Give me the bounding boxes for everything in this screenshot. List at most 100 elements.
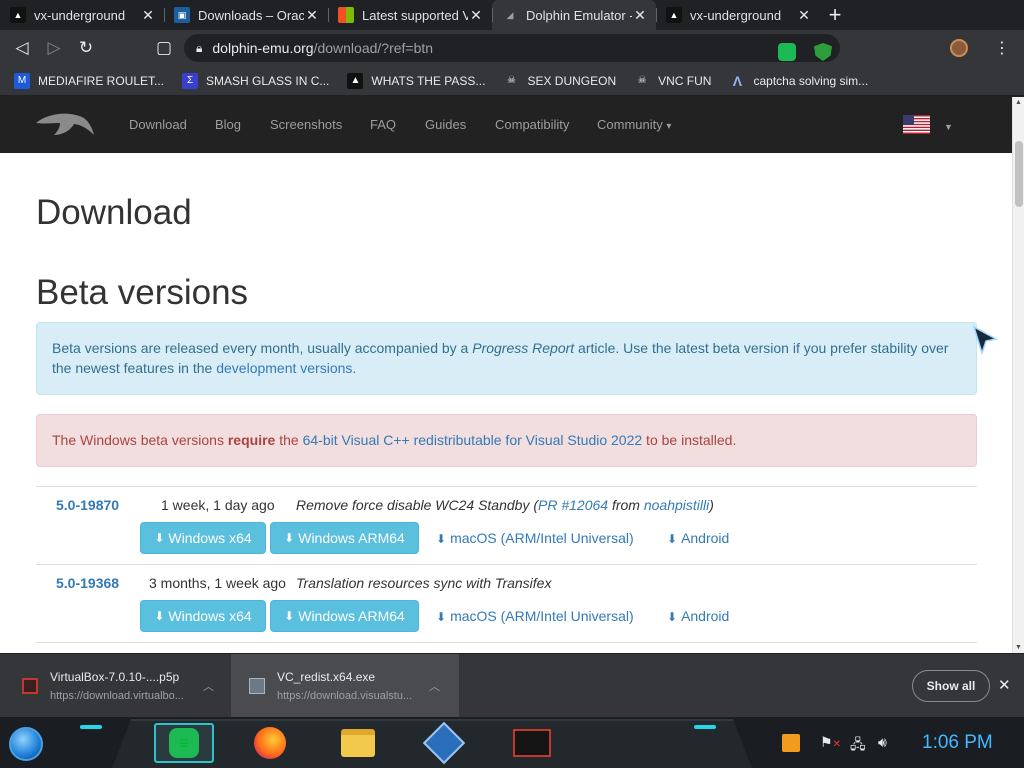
volume-icon[interactable]: 🔊︎ bbox=[878, 734, 887, 751]
chevron-up-icon[interactable]: ︿ bbox=[203, 678, 214, 694]
bookmark-label: VNC FUN bbox=[658, 73, 712, 88]
download-source: https://download.virtualbo... bbox=[50, 690, 184, 702]
taskbar-file-explorer[interactable] bbox=[328, 723, 388, 763]
tab-title: Dolphin Emulator - bbox=[526, 7, 632, 23]
address-bar[interactable]: 🔒︎ dolphin-emu.org /download/?ref=btn bbox=[184, 34, 840, 62]
link-label: macOS (ARM/Intel Universal) bbox=[450, 608, 634, 624]
download-android-link[interactable]: ⬇ Android bbox=[667, 608, 729, 624]
tab-title: vx-underground bbox=[690, 7, 782, 23]
flag-error-icon[interactable]: ⚑✕ bbox=[820, 734, 841, 751]
url-host: dolphin-emu.org bbox=[212, 40, 314, 56]
taskbar-clock[interactable]: 1:06 PM bbox=[922, 732, 993, 754]
development-versions-link[interactable]: development versions bbox=[216, 360, 352, 376]
button-label: Windows x64 bbox=[168, 608, 252, 624]
mediafire-icon: M bbox=[14, 72, 30, 89]
version-row-divider bbox=[36, 642, 977, 646]
link-label: Android bbox=[681, 530, 730, 546]
nav-compatibility[interactable]: Compatibility bbox=[495, 117, 569, 132]
download-icon: ⬇ bbox=[436, 610, 447, 624]
menu-dots-icon[interactable]: ⋮ bbox=[992, 38, 1012, 58]
start-button[interactable] bbox=[9, 727, 43, 761]
nav-faq[interactable]: FAQ bbox=[370, 117, 396, 132]
tray-app-icon[interactable] bbox=[782, 734, 800, 755]
dolphin-logo-icon[interactable] bbox=[34, 109, 96, 141]
taskbar-game-app[interactable] bbox=[502, 723, 562, 763]
extension-shield-icon[interactable] bbox=[814, 43, 832, 61]
page-scrollbar[interactable]: ▲ ▼ bbox=[1012, 97, 1024, 653]
close-icon[interactable]: ✕ bbox=[140, 7, 156, 24]
close-icon[interactable]: ✕ bbox=[304, 7, 320, 24]
language-caret-icon[interactable]: ▼ bbox=[944, 122, 953, 132]
taskbar-firefox[interactable] bbox=[240, 723, 300, 763]
bookmark-smash-glass[interactable]: Σ SMASH GLASS IN C... bbox=[182, 72, 329, 89]
microsoft-favicon-icon bbox=[338, 7, 354, 23]
tab-vx-underground-2[interactable]: ▲ vx-underground ✕ bbox=[656, 0, 820, 30]
scrollbar-thumb[interactable] bbox=[1015, 141, 1023, 207]
page-viewport: Download Blog Screenshots FAQ Guides Com… bbox=[0, 97, 1024, 653]
download-windows-x64-button[interactable]: ⬇ Windows x64 bbox=[140, 522, 266, 554]
download-windows-arm64-button[interactable]: ⬇ Windows ARM64 bbox=[270, 600, 419, 632]
download-windows-arm64-button[interactable]: ⬇ Windows ARM64 bbox=[270, 522, 419, 554]
chat-app-icon: ≡ bbox=[169, 728, 199, 758]
version-desc-text: Remove force disable WC24 Standby bbox=[296, 497, 530, 513]
download-icon: ⬇ bbox=[284, 609, 295, 623]
download-macos-link[interactable]: ⬇ macOS (ARM/Intel Universal) bbox=[436, 608, 634, 624]
close-icon[interactable]: ✕ bbox=[468, 7, 484, 24]
taskbar-chat-app[interactable]: ≡ bbox=[154, 723, 214, 763]
bookmark-sex-dungeon[interactable]: ☠ SEX DUNGEON bbox=[503, 73, 616, 89]
bookmark-label: captcha solving sim... bbox=[753, 73, 869, 88]
version-row: 5.0-19870 1 week, 1 day ago Remove force… bbox=[36, 486, 977, 564]
nav-screenshots[interactable]: Screenshots bbox=[270, 117, 342, 132]
vc-redist-link[interactable]: 64-bit Visual C++ redistributable for Vi… bbox=[303, 432, 643, 448]
version-description: Remove force disable WC24 Standby (PR #1… bbox=[296, 497, 714, 513]
chevron-up-icon[interactable]: ︿ bbox=[429, 678, 440, 694]
dolphin-favicon-icon: ◢ bbox=[506, 9, 514, 20]
taskbar-virtualbox[interactable] bbox=[414, 721, 474, 765]
tab-dolphin-emulator[interactable]: ◢ Dolphin Emulator - ✕ bbox=[492, 0, 656, 30]
back-icon[interactable]: ◁ bbox=[6, 32, 38, 64]
download-macos-link[interactable]: ⬇ macOS (ARM/Intel Universal) bbox=[436, 530, 634, 546]
new-tab-button[interactable]: + bbox=[820, 0, 850, 30]
bookmark-icon[interactable]: ▢ bbox=[148, 32, 180, 64]
version-description: Translation resources sync with Transife… bbox=[296, 575, 552, 591]
nav-blog[interactable]: Blog bbox=[215, 117, 241, 132]
download-windows-x64-button[interactable]: ⬇ Windows x64 bbox=[140, 600, 266, 632]
forward-icon[interactable]: ▷ bbox=[38, 32, 70, 64]
download-item-virtualbox[interactable]: VirtualBox-7.0.10-....p5p https://downlo… bbox=[0, 654, 228, 718]
scroll-down-icon[interactable]: ▼ bbox=[1015, 644, 1022, 651]
button-label: Windows ARM64 bbox=[298, 530, 405, 546]
version-number-link[interactable]: 5.0-19368 bbox=[56, 575, 119, 591]
tab-strip: ▲ vx-underground ✕ ▣ Downloads – Oracle … bbox=[0, 0, 1024, 30]
network-icon[interactable]: 🖧︎ bbox=[850, 734, 866, 758]
reload-icon[interactable]: ↻ bbox=[70, 32, 102, 64]
tab-vx-underground-1[interactable]: ▲ vx-underground ✕ bbox=[0, 0, 164, 30]
close-icon[interactable]: ✕ bbox=[632, 7, 648, 24]
virtualbox-icon bbox=[422, 721, 466, 765]
tab-microsoft-vcredist[interactable]: Latest supported Vi ✕ bbox=[328, 0, 492, 30]
bookmark-whats-the-pass[interactable]: ▲ WHATS THE PASS... bbox=[347, 72, 485, 89]
author-link[interactable]: noahpistilli bbox=[644, 497, 709, 513]
nav-guides[interactable]: Guides bbox=[425, 117, 466, 132]
download-android-link[interactable]: ⬇ Android bbox=[667, 530, 729, 546]
scroll-up-icon[interactable]: ▲ bbox=[1015, 99, 1022, 106]
profile-avatar[interactable] bbox=[950, 39, 968, 57]
link-label: Android bbox=[681, 608, 730, 624]
download-item-vcredist[interactable]: VC_redist.x64.exe https://download.visua… bbox=[231, 654, 459, 718]
close-icon[interactable]: ✕ bbox=[796, 7, 812, 24]
bookmark-mediafire[interactable]: M MEDIAFIRE ROULET... bbox=[14, 72, 164, 89]
taskbar-accent bbox=[694, 725, 716, 729]
us-flag-icon[interactable] bbox=[903, 115, 930, 134]
bookmark-captcha[interactable]: Λ captcha solving sim... bbox=[729, 73, 868, 89]
nav-download[interactable]: Download bbox=[129, 117, 187, 132]
pr-link[interactable]: PR #12064 bbox=[538, 497, 608, 513]
version-number-link[interactable]: 5.0-19870 bbox=[56, 497, 119, 513]
nav-community[interactable]: Community ▾ bbox=[597, 117, 671, 132]
bookmark-vnc-fun[interactable]: ☠ VNC FUN bbox=[634, 73, 712, 89]
mouse-cursor-icon bbox=[972, 325, 998, 355]
extension-chat-icon[interactable] bbox=[778, 43, 796, 61]
show-all-button[interactable]: Show all bbox=[912, 670, 990, 702]
pirate-icon: ☠ bbox=[506, 75, 516, 86]
close-icon[interactable]: ✕ bbox=[998, 676, 1011, 694]
tab-oracle-downloads[interactable]: ▣ Downloads – Oracle ✕ bbox=[164, 0, 328, 30]
alert-text: the bbox=[275, 432, 303, 448]
